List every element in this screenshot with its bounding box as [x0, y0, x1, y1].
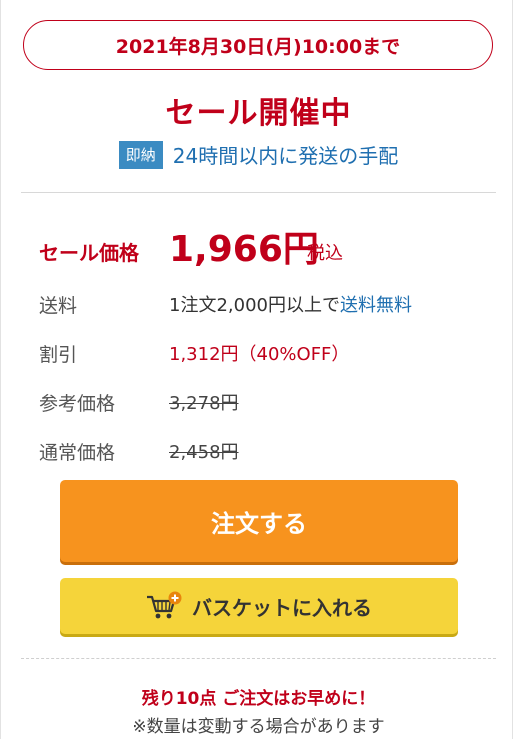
add-to-basket-button[interactable]: バスケットに入れる	[60, 578, 458, 634]
shipping-fee-value: 1注文2,000円以上で送料無料	[169, 291, 412, 317]
divider	[21, 192, 496, 193]
cart-plus-icon	[147, 591, 182, 619]
regular-price-value: 2,458円	[169, 442, 239, 463]
immediate-delivery-badge: 即納	[118, 140, 163, 169]
tax-included-label: 税込	[307, 243, 343, 264]
reference-price-label: 参考価格	[39, 393, 116, 415]
add-to-basket-label: バスケットに入れる	[192, 595, 372, 620]
dashed-divider	[21, 658, 496, 659]
sale-heading: セール開催中	[165, 96, 352, 131]
product-purchase-panel: 2021年8月30日(月)10:00まで セール開催中 即納 24時間以内に発送…	[0, 0, 513, 739]
reference-price-value: 3,278円	[169, 393, 239, 414]
order-button-label: 注文する	[211, 509, 307, 538]
shipping-fee-text: 1注文2,000円以上で	[169, 295, 340, 316]
discount-label: 割引	[39, 344, 78, 366]
shipping-notice-text: 24時間以内に発送の手配	[172, 144, 399, 168]
stock-disclaimer: ※数量は変動する場合があります	[132, 717, 385, 737]
shipping-notice: 即納 24時間以内に発送の手配	[1, 140, 515, 169]
free-shipping-link[interactable]: 送料無料	[340, 295, 412, 316]
order-button[interactable]: 注文する	[60, 480, 458, 562]
sale-deadline-banner: 2021年8月30日(月)10:00まで	[23, 20, 493, 70]
discount-value: 1,312円（40%OFF）	[169, 344, 350, 365]
regular-price-label: 通常価格	[39, 442, 116, 464]
shipping-fee-label: 送料	[39, 295, 78, 317]
sale-price-label: セール価格	[39, 241, 139, 265]
sale-price-value: 1,966円	[169, 229, 319, 270]
stock-remaining-note: 残り10点 ご注文はお早めに！	[141, 689, 376, 709]
